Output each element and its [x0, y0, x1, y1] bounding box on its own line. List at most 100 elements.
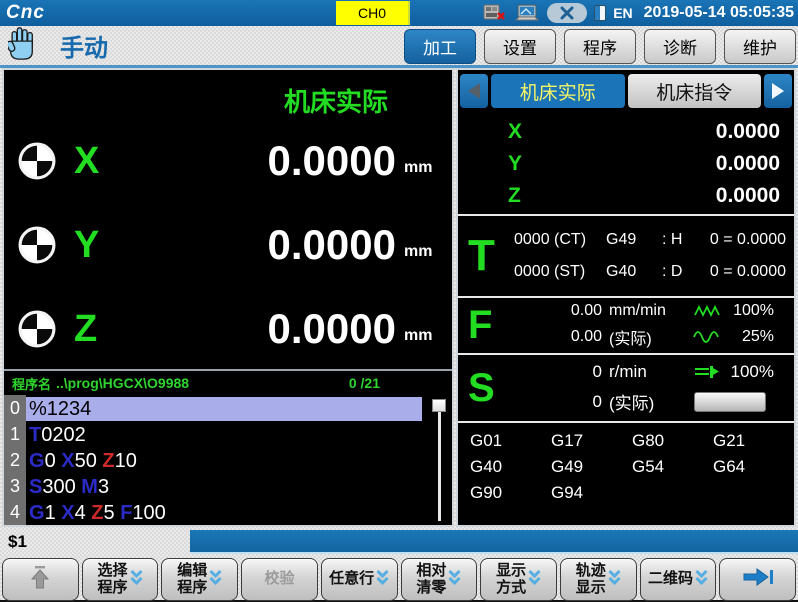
- line-text: S300 M3: [26, 475, 422, 499]
- program-line[interactable]: 0%1234: [4, 395, 422, 421]
- channel-badge: CH0: [336, 1, 410, 25]
- tool-section: T 0000 (CT) G49 : H 0 = 0.0000 0000 (ST)…: [458, 216, 794, 298]
- channel-label: $1: [0, 532, 190, 552]
- chevron-down-icon: [209, 569, 222, 591]
- feed-value: 0.00: [514, 302, 602, 320]
- coord-tab-machine-actual[interactable]: 机床实际: [491, 74, 625, 108]
- tool-number: 0000 (ST): [514, 263, 606, 281]
- chevron-down-icon: [130, 569, 143, 591]
- line-text: G0 X50 Z10: [26, 449, 422, 473]
- softkey-track-display[interactable]: 轨迹 显示: [560, 558, 637, 601]
- main-tab-2[interactable]: 程序: [564, 29, 636, 64]
- softkey-display-mode[interactable]: 显示 方式: [480, 558, 557, 601]
- chevron-down-icon: [608, 569, 621, 591]
- softkey-qrcode[interactable]: 二维码: [640, 558, 717, 601]
- coord-row-y: Y 0.0000: [458, 148, 794, 180]
- axis-name: X: [74, 140, 134, 183]
- spindle-section: S 0 r/min 100% 0 (实际): [458, 355, 794, 423]
- line-number: 4: [4, 499, 26, 525]
- chevron-down-icon: [695, 569, 708, 591]
- scrollbar-thumb[interactable]: [432, 399, 446, 412]
- scrollbar-track: [438, 405, 441, 521]
- spindle-value: 0: [514, 362, 602, 382]
- softkey-relative-clear[interactable]: 相对 清零: [401, 558, 478, 601]
- coord-values: X 0.0000 Y 0.0000 Z 0.0000: [458, 112, 794, 216]
- prev-coord-tab-button[interactable]: [460, 74, 488, 108]
- softkey-return[interactable]: [2, 558, 79, 601]
- axis-unit: mm: [404, 159, 442, 177]
- axis-value: 0.0000: [134, 221, 396, 269]
- tool-comp-register: : H: [662, 231, 704, 249]
- program-scrollbar[interactable]: [432, 399, 446, 521]
- softkey-label: 校验: [264, 571, 294, 588]
- machine-zero-icon: [18, 226, 56, 264]
- titlebar: Cnc CH0: [0, 0, 798, 26]
- program-header: 程序名 ..\prog\HGCX\O9988 0 /21: [4, 371, 452, 395]
- line-number: 1: [4, 421, 26, 447]
- softkey-any-line[interactable]: 任意行: [321, 558, 398, 601]
- position-panel: 机床实际 X 0.0000 mm: [2, 68, 454, 527]
- feed-row-set: 0.00 mm/min 100%: [514, 302, 794, 320]
- coord-axis-name: Z: [458, 184, 521, 208]
- feed-value: 0.00: [514, 328, 602, 346]
- spindle-arrow-icon: [684, 365, 730, 379]
- program-line[interactable]: 1T0202: [4, 421, 422, 447]
- modal-gcode: G17: [551, 431, 632, 451]
- zigzag-wave-icon: [684, 305, 730, 317]
- program-line[interactable]: 2G0 X50 Z10: [4, 447, 422, 473]
- program-line-counter: 0 /21: [349, 375, 380, 391]
- tool-comp-value: 0 = 0.0000: [704, 263, 794, 281]
- tool-gcode: G40: [606, 263, 662, 281]
- up-arrow-icon: [28, 564, 52, 595]
- feed-row-actual: 0.00 (实际) 25%: [514, 325, 794, 349]
- spindle-section-label: S: [458, 355, 514, 421]
- next-coord-tab-button[interactable]: [764, 74, 792, 108]
- softkey-label: 任意行: [329, 571, 374, 588]
- next-page-icon: [741, 566, 775, 593]
- line-number: 2: [4, 447, 26, 473]
- axis-row-x: X 0.0000 mm: [4, 119, 452, 203]
- modebar: 手动 加工设置程序诊断维护: [0, 26, 798, 68]
- coord-tab-machine-command[interactable]: 机床指令: [628, 74, 762, 108]
- program-line[interactable]: 4G1 X4 Z5 F100: [4, 499, 422, 525]
- axis-name: Z: [74, 308, 134, 351]
- language-label[interactable]: EN: [613, 5, 632, 21]
- softkey-next-menu[interactable]: [719, 558, 796, 601]
- main-tabs: 加工设置程序诊断维护: [404, 29, 796, 64]
- modal-gcode: G80: [632, 431, 713, 451]
- tool-gcode: G49: [606, 231, 662, 249]
- softkey-verify[interactable]: 校验: [241, 558, 318, 601]
- chevron-down-icon: [448, 569, 461, 591]
- line-text: T0202: [26, 423, 422, 447]
- line-text: %1234: [26, 397, 422, 421]
- remote-pc-icon: [514, 4, 540, 22]
- sine-wave-icon: [684, 330, 730, 344]
- softkey-select-program[interactable]: 选择 程序: [82, 558, 159, 601]
- coord-row-x: X 0.0000: [458, 116, 794, 148]
- mode-label: 手动: [60, 28, 108, 63]
- program-line[interactable]: 3S300 M3: [4, 473, 422, 499]
- main-tab-0[interactable]: 加工: [404, 29, 476, 64]
- softkey-label: 显示 方式: [496, 563, 526, 596]
- axis-unit: mm: [404, 243, 442, 261]
- program-path: ..\prog\HGCX\O9988: [56, 375, 189, 391]
- feed-section-label: F: [458, 298, 514, 353]
- tool-number: 0000 (CT): [514, 231, 606, 249]
- modal-gcode: G90: [470, 483, 551, 503]
- main-tab-1[interactable]: 设置: [484, 29, 556, 64]
- feed-override-percent: 100%: [730, 302, 782, 320]
- program-panel: 程序名 ..\prog\HGCX\O9988 0 /21 0%12341T020…: [4, 369, 452, 525]
- main-tab-3[interactable]: 诊断: [644, 29, 716, 64]
- machine-zero-icon: [18, 310, 56, 348]
- softkey-label: 编辑 程序: [177, 563, 207, 596]
- line-text: G1 X4 Z5 F100: [26, 501, 422, 525]
- spindle-load-bar: [694, 392, 766, 412]
- softkey-edit-program[interactable]: 编辑 程序: [161, 558, 238, 601]
- modal-gcode-list: G01G17G80G21G40G49G54G64G90G94: [458, 423, 794, 525]
- program-lines: 0%12341T02022G0 X50 Z103S300 M34G1 X4 Z5…: [4, 395, 452, 525]
- machine-offline-icon: [483, 4, 507, 22]
- spindle-row-set: 0 r/min 100%: [514, 362, 794, 382]
- coord-axis-value: 0.0000: [521, 184, 794, 208]
- softkey-label: 选择 程序: [98, 563, 128, 596]
- main-tab-4[interactable]: 维护: [724, 29, 796, 64]
